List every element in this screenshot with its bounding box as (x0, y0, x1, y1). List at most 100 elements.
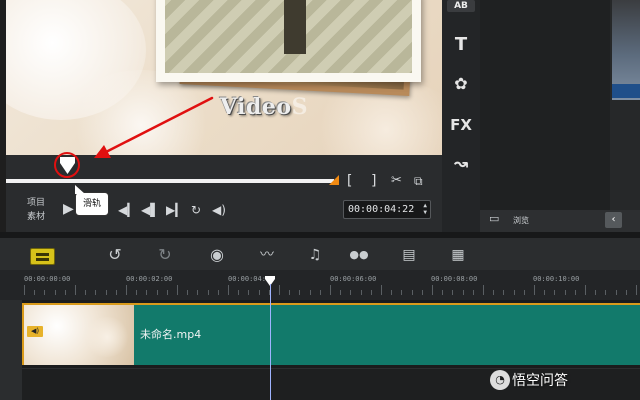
repeat-icon[interactable]: ↻ (191, 203, 201, 217)
go-to-start-icon[interactable]: ◀▎ (118, 203, 136, 217)
ruler-tick (636, 285, 637, 295)
ruler-tick (258, 290, 260, 295)
title-icon[interactable]: T (447, 34, 475, 55)
mode-clip-label[interactable]: 素材 (27, 209, 45, 222)
watermark-logo-icon: ◔ (490, 370, 510, 390)
ruler-tick (544, 290, 546, 295)
ruler-tick (523, 290, 525, 295)
ruler-tick (411, 290, 413, 295)
ruler-tick (166, 290, 168, 295)
library-prev-button[interactable]: ‹ (605, 212, 622, 228)
ruler-tick (360, 290, 362, 295)
annotation-circle (54, 152, 80, 178)
ruler-tick (513, 290, 515, 295)
record-capture-icon[interactable]: ◉ (205, 246, 229, 264)
ruler-tick (564, 290, 566, 295)
ruler-tick (105, 290, 107, 295)
watermark-text: 悟空问答 (512, 373, 568, 389)
ruler-tick (330, 285, 331, 295)
motion-tracking-icon[interactable]: ●● (346, 246, 372, 264)
ruler-tick (207, 290, 209, 295)
ruler-tick (483, 285, 484, 295)
previous-frame-icon[interactable]: ◀▌ (141, 203, 159, 217)
ruler-tick (34, 290, 36, 295)
ruler-label: 00:00:10:00 (533, 275, 580, 283)
redo-icon[interactable]: ↻ (154, 246, 176, 264)
ruler-tick (462, 290, 464, 295)
ruler-tick (75, 285, 76, 295)
ruler-tick (187, 290, 189, 295)
timecode-stepper-icon[interactable]: ▲ ▼ (423, 202, 427, 216)
ruler-tick (574, 290, 576, 295)
video-title-overlay: VideoS (220, 94, 308, 120)
timecode-display[interactable]: 00:00:04:22 ▲ ▼ (343, 200, 431, 219)
preview-window: VideoS (6, 0, 442, 155)
ruler-tick (146, 290, 148, 295)
ruler-tick (442, 290, 444, 295)
ruler-tick (370, 290, 372, 295)
filter-fx-icon[interactable]: FX (447, 116, 475, 134)
path-icon[interactable]: ↝ (447, 154, 475, 174)
ruler-tick (319, 290, 321, 295)
play-icon[interactable]: ▶ (63, 202, 74, 216)
ruler-tick (401, 290, 403, 295)
ruler-label: 00:00:00:00 (24, 275, 71, 283)
photo-frame-front (156, 0, 421, 82)
multi-camera-icon[interactable]: ▦ (447, 246, 469, 264)
volume-icon[interactable]: ◀) (212, 203, 226, 217)
undo-icon[interactable]: ↺ (104, 246, 126, 264)
ruler-tick (534, 285, 535, 295)
subtitle-editor-icon[interactable]: ▤ (398, 246, 420, 264)
ruler-tick (452, 290, 454, 295)
storyboard-view-button[interactable] (30, 248, 55, 265)
ruler-tick (85, 290, 87, 295)
ruler-tick (605, 290, 607, 295)
browse-folder-icon[interactable]: ▭ (489, 212, 499, 225)
ruler-tick (503, 290, 505, 295)
playhead-line (270, 284, 271, 400)
ruler-tick (136, 290, 138, 295)
ruler-tick (44, 290, 46, 295)
ruler-tick (217, 290, 219, 295)
ruler-tick (625, 290, 627, 295)
mark-in-button[interactable]: [ (345, 173, 353, 189)
browse-button[interactable]: 浏览 (513, 215, 529, 226)
graphics-icon[interactable]: ✿ (447, 74, 475, 93)
go-to-end-icon[interactable]: ▶▎ (166, 203, 184, 217)
ruler-tick (585, 285, 586, 295)
ruler-tick (238, 290, 240, 295)
ruler-tick (472, 290, 474, 295)
ruler-tick (95, 290, 97, 295)
ruler-tick (126, 285, 127, 295)
clip-name: 未命名.mp4 (140, 328, 202, 341)
ruler-tick (64, 290, 66, 295)
library-thumbnail[interactable] (612, 0, 640, 100)
track-header (0, 300, 22, 400)
scrubber-tooltip: 滑轨 (75, 192, 109, 216)
ruler-tick (391, 290, 393, 295)
ruler-tick (289, 290, 291, 295)
mark-out-button[interactable]: ] (370, 173, 378, 189)
ruler-tick (54, 290, 56, 295)
sound-mixer-icon[interactable]: 〰 (255, 246, 279, 264)
ruler-label: 00:00:02:00 (126, 275, 173, 283)
ruler-label: 00:00:06:00 (330, 275, 377, 283)
ruler-tick (595, 290, 597, 295)
transition-ab-icon[interactable]: AB (447, 0, 475, 12)
split-scissors-icon[interactable]: ✂ (391, 174, 402, 188)
ruler-tick (115, 290, 117, 295)
enlarge-preview-icon[interactable]: ⧉ (414, 174, 423, 188)
ruler-tick (493, 290, 495, 295)
ruler-tick (421, 290, 423, 295)
ruler-tick (299, 290, 301, 295)
clip-audio-icon: ◀) (27, 326, 43, 337)
ruler-label: 00:00:08:00 (431, 275, 478, 283)
ruler-tick (279, 285, 280, 295)
ruler-tick (177, 285, 178, 295)
ruler-tick (248, 290, 250, 295)
ruler-tick (350, 290, 352, 295)
ruler-tick (432, 285, 433, 295)
auto-music-icon[interactable]: ♫ (304, 246, 326, 264)
scrubber-track[interactable] (6, 179, 334, 183)
mode-project-label[interactable]: 项目 (27, 195, 45, 208)
